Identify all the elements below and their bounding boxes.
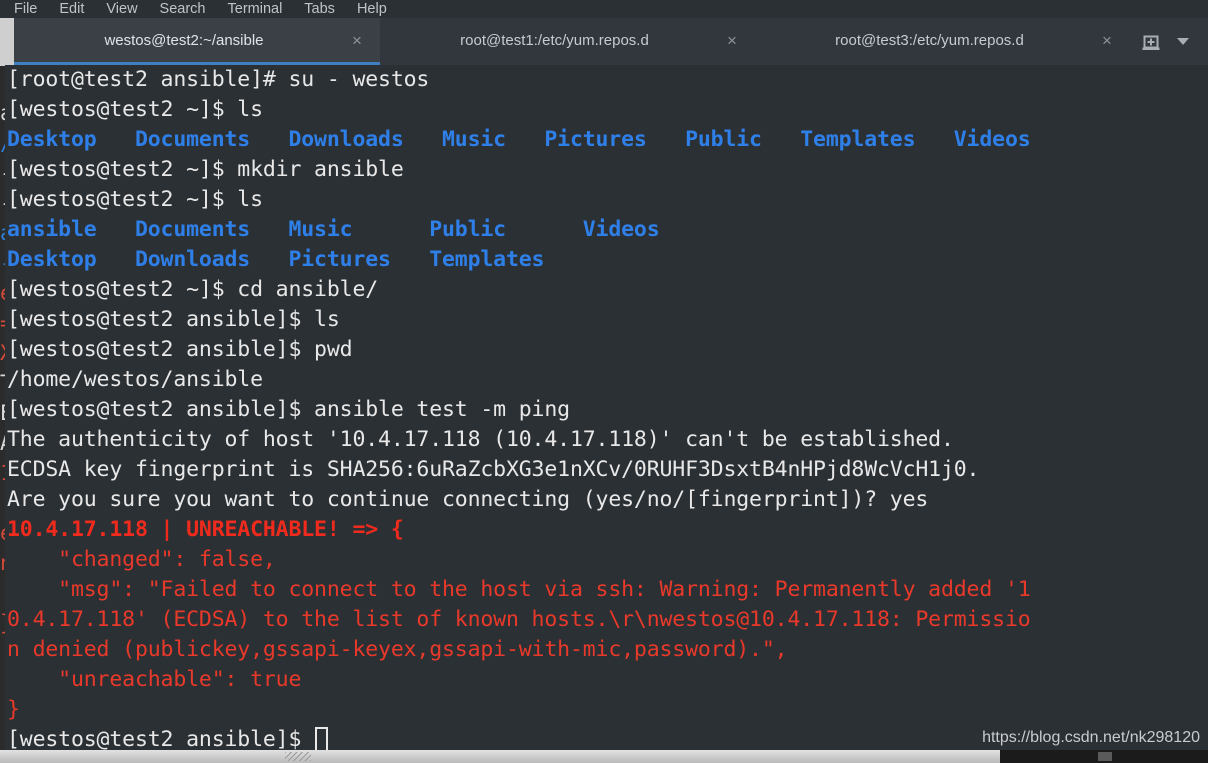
- terminal-line: "msg": "Failed to connect to the host vi…: [7, 577, 1031, 602]
- close-icon[interactable]: ×: [719, 32, 745, 49]
- menu-item-search[interactable]: Search: [160, 0, 206, 18]
- terminal-window: a/--a-e=XTEA1 en } File Edit View Search…: [0, 0, 1208, 763]
- terminal-line: n denied (publickey,gssapi-keyex,gssapi-…: [7, 637, 788, 662]
- tab-westos-test2-ansible[interactable]: westos@test2:~/ansible ×: [14, 18, 380, 65]
- menu-item-view[interactable]: View: [106, 0, 137, 18]
- terminal-line: [westos@test2 ~]$ cd ansible/: [7, 277, 379, 302]
- tab-title: root@test1:/etc/yum.repos.d: [460, 31, 649, 49]
- new-tab-icon[interactable]: [1134, 18, 1168, 65]
- tab-root-test1-yum-repos-d[interactable]: root@test1:/etc/yum.repos.d ×: [380, 18, 755, 65]
- terminal-line: Desktop Documents Downloads Music Pictur…: [7, 127, 1031, 152]
- tab-bar: westos@test2:~/ansible × root@test1:/etc…: [14, 18, 1208, 65]
- panel-indicator-icon[interactable]: [1098, 752, 1112, 761]
- menu-bar: File Edit View Search Terminal Tabs Help: [0, 0, 1208, 18]
- terminal-line: The authenticity of host '10.4.17.118 (1…: [7, 427, 954, 452]
- panel-drag-handle-icon[interactable]: [285, 752, 311, 761]
- menu-item-help[interactable]: Help: [357, 0, 387, 18]
- terminal-line: ansible Documents Music Public Videos: [7, 217, 660, 242]
- tab-title: root@test3:/etc/yum.repos.d: [835, 31, 1024, 49]
- terminal-line: 10.4.17.118 | UNREACHABLE! => {: [7, 517, 404, 542]
- terminal-line: [westos@test2 ansible]$ ansible test -m …: [7, 397, 570, 422]
- shell-prompt: [westos@test2 ansible]$: [7, 727, 315, 750]
- panel-segment: [0, 750, 1000, 763]
- menu-item-edit[interactable]: Edit: [59, 0, 84, 18]
- terminal-line: [westos@test2 ansible]$ ls: [7, 307, 340, 332]
- block-cursor-icon: [315, 727, 329, 750]
- close-icon[interactable]: ×: [344, 32, 370, 49]
- chevron-down-icon[interactable]: [1168, 18, 1198, 65]
- terminal-output[interactable]: [root@test2 ansible]# su - westos [westo…: [5, 65, 1208, 750]
- close-icon[interactable]: ×: [1094, 32, 1120, 49]
- terminal-line: [westos@test2 ansible]$ pwd: [7, 337, 353, 362]
- terminal-line: [westos@test2 ~]$ mkdir ansible: [7, 157, 404, 182]
- menu-item-tabs[interactable]: Tabs: [304, 0, 335, 18]
- terminal-line: "changed": false,: [7, 547, 276, 572]
- terminal-line: "unreachable": true: [7, 667, 302, 692]
- terminal-line: /home/westos/ansible: [7, 367, 263, 392]
- terminal-line: }: [7, 697, 20, 722]
- terminal-line: [root@test2 ansible]# su - westos: [7, 67, 430, 92]
- menu-item-file[interactable]: File: [14, 0, 37, 18]
- terminal-line: [westos@test2 ~]$ ls: [7, 97, 263, 122]
- terminal-line: 0.4.17.118' (ECDSA) to the list of known…: [7, 607, 1031, 632]
- terminal-line: ECDSA key fingerprint is SHA256:6uRaZcbX…: [7, 457, 980, 482]
- terminal-line: Are you sure you want to continue connec…: [7, 487, 929, 512]
- tab-root-test3-yum-repos-d[interactable]: root@test3:/etc/yum.repos.d ×: [755, 18, 1130, 65]
- chevron-down-glyph: [1177, 38, 1189, 45]
- desktop-bottom-panel[interactable]: [0, 750, 1208, 763]
- terminal-line: Desktop Downloads Pictures Templates: [7, 247, 545, 272]
- watermark-text: https://blog.csdn.net/nk298120: [982, 729, 1200, 746]
- menu-item-terminal[interactable]: Terminal: [228, 0, 283, 18]
- tab-title: westos@test2:~/ansible: [104, 31, 264, 49]
- terminal-line: [westos@test2 ~]$ ls: [7, 187, 263, 212]
